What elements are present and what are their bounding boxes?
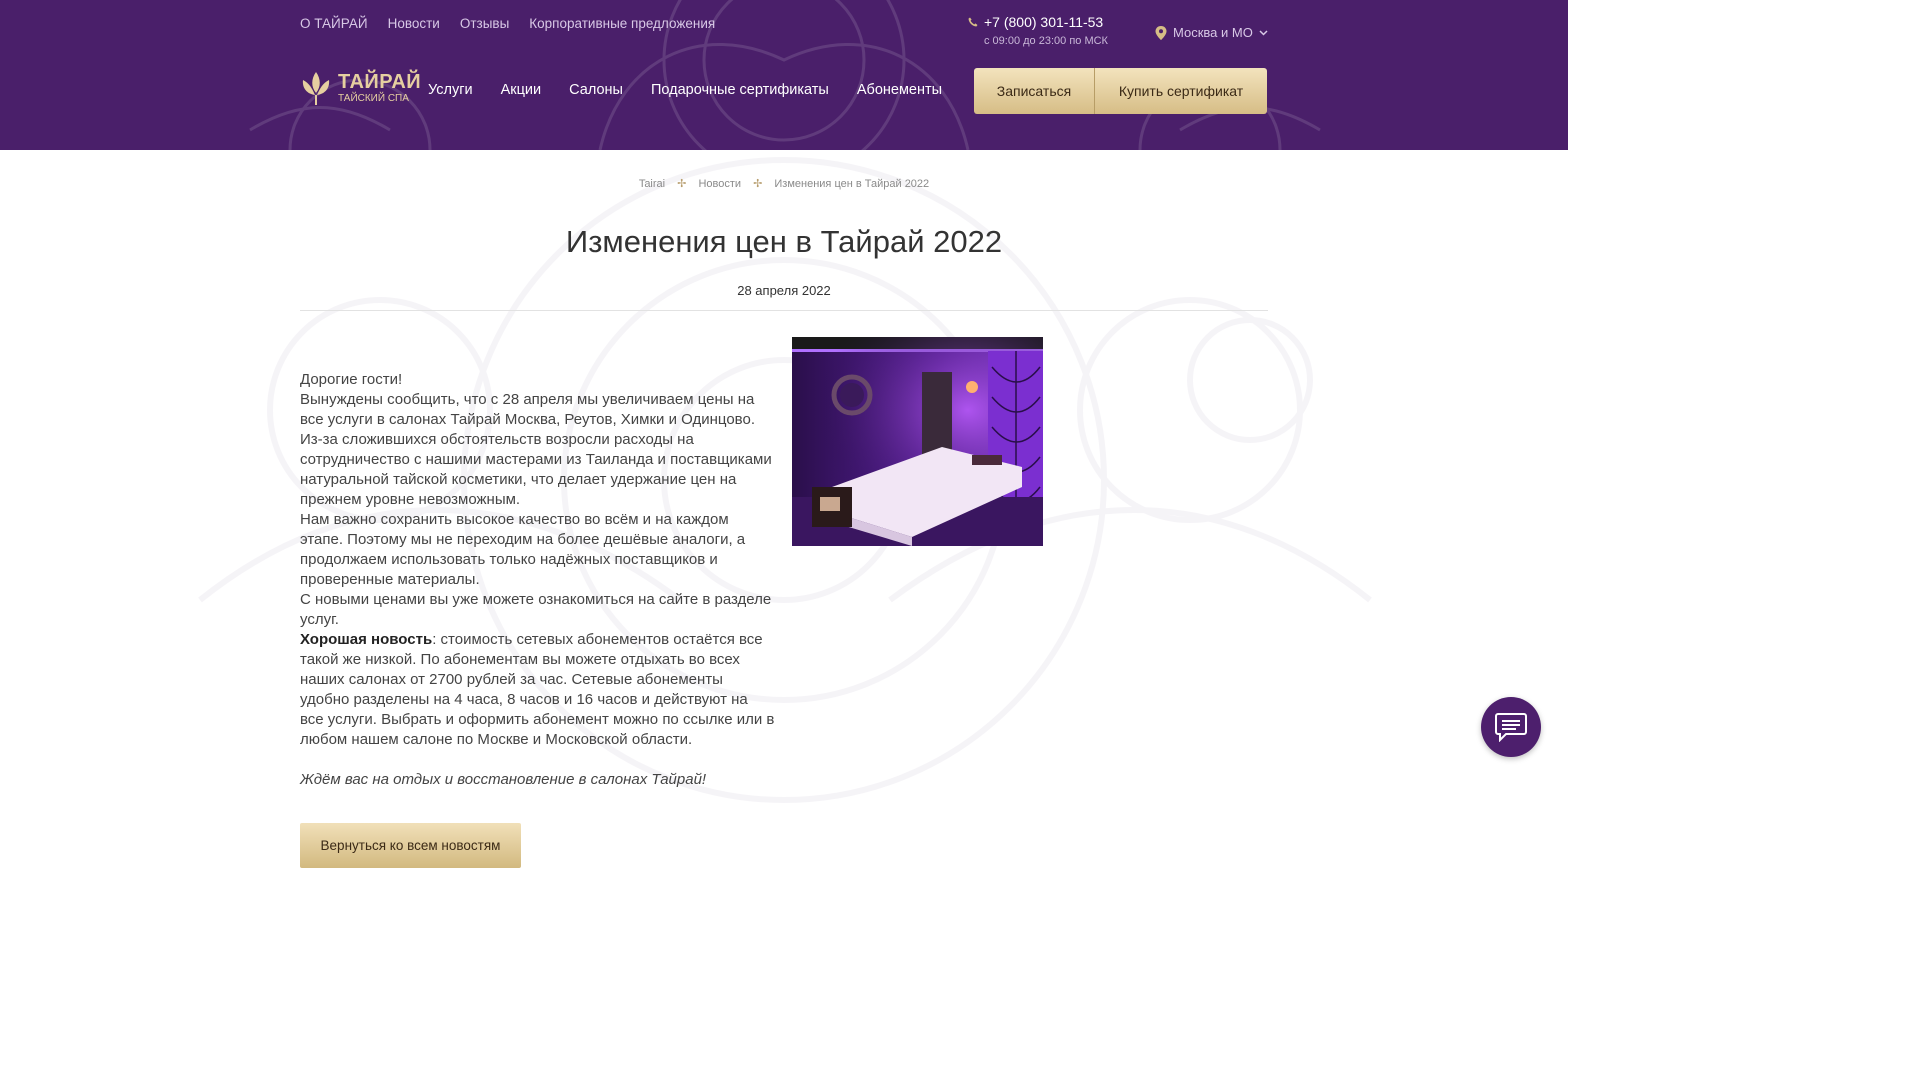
article-closing: Ждём вас на отдых и восстановление в сал… xyxy=(300,771,707,788)
signup-button[interactable]: Записаться xyxy=(974,68,1095,114)
main-nav: Услуги Акции Салоны Подарочные сертифика… xyxy=(428,82,942,98)
article-paragraph: Вынуждены сообщить, что с 28 апреля мы у… xyxy=(300,391,772,508)
logo-title: ТАЙРАЙ xyxy=(338,71,422,93)
article-date: 28 апреля 2022 xyxy=(737,283,831,298)
breadcrumb-home[interactable]: Tairai xyxy=(639,178,665,190)
breadcrumb-separator-icon: ✢ xyxy=(753,178,763,190)
chevron-down-icon xyxy=(1259,29,1268,36)
article-greeting: Дорогие гости! xyxy=(300,371,403,388)
chat-widget-button[interactable] xyxy=(1481,697,1541,757)
logo[interactable]: ТАЙРАЙ ТАЙСКИЙ СПА xyxy=(300,70,421,106)
logo-subtitle: ТАЙСКИЙ СПА xyxy=(338,93,409,104)
good-news-text: : стоимость сетевых абонементов остаётся… xyxy=(300,631,775,748)
nav-gift-certificates[interactable]: Подарочные сертификаты xyxy=(651,82,829,98)
site-header: О ТАЙРАЙ Новости Отзывы Корпоративные пр… xyxy=(0,0,1568,150)
top-link-corporate[interactable]: Корпоративные предложения xyxy=(529,15,715,33)
back-to-news-button[interactable]: Вернуться ко всем новостям xyxy=(300,823,521,868)
breadcrumb-current: Изменения цен в Тайрай 2022 xyxy=(774,178,930,190)
top-link-reviews[interactable]: Отзывы xyxy=(460,15,509,33)
nav-salons[interactable]: Салоны xyxy=(569,82,623,98)
phone-icon xyxy=(968,17,978,27)
breadcrumb-news[interactable]: Новости xyxy=(698,178,741,190)
breadcrumb: Tairai ✢ Новости ✢ Изменения цен в Тайра… xyxy=(0,177,1568,190)
article-paragraph: Хорошая новость: стоимость сетевых абоне… xyxy=(300,630,775,750)
location-pin-icon xyxy=(1155,25,1167,40)
nav-services[interactable]: Услуги xyxy=(428,82,473,98)
nav-promotions[interactable]: Акции xyxy=(501,82,542,98)
lotus-logo-icon xyxy=(302,72,330,105)
phone-block: +7 (800) 301-11-53 с 09:00 до 23:00 по М… xyxy=(968,14,1108,47)
chat-icon xyxy=(1495,713,1527,742)
buy-certificate-button[interactable]: Купить сертификат xyxy=(1095,68,1267,114)
top-link-about[interactable]: О ТАЙРАЙ xyxy=(300,15,368,33)
ornament-pattern xyxy=(249,0,1321,150)
good-news-label: Хорошая новость xyxy=(300,631,433,648)
phone-number[interactable]: +7 (800) 301-11-53 xyxy=(984,14,1103,30)
region-selector[interactable]: Москва и МО xyxy=(1155,25,1268,40)
spa-room-photo xyxy=(792,337,1043,546)
nav-subscriptions[interactable]: Абонементы xyxy=(857,82,942,98)
article-body: Дорогие гости! Вынуждены сообщить, что с… xyxy=(300,370,775,790)
phone-hours: с 09:00 до 23:00 по МСК xyxy=(984,35,1108,47)
header-actions: Записаться Купить сертификат xyxy=(974,68,1267,114)
top-link-news[interactable]: Новости xyxy=(388,15,440,33)
article-paragraph: Нам важно сохранить высокое качество во … xyxy=(300,511,746,588)
page-title: Изменения цен в Тайрай 2022 xyxy=(565,224,1003,259)
breadcrumb-separator-icon: ✢ xyxy=(677,178,687,190)
article-paragraph: С новыми ценами вы уже можете ознакомить… xyxy=(300,591,772,628)
top-nav: О ТАЙРАЙ Новости Отзывы Корпоративные пр… xyxy=(300,15,715,33)
divider xyxy=(300,310,1268,311)
region-label: Москва и МО xyxy=(1173,25,1253,40)
